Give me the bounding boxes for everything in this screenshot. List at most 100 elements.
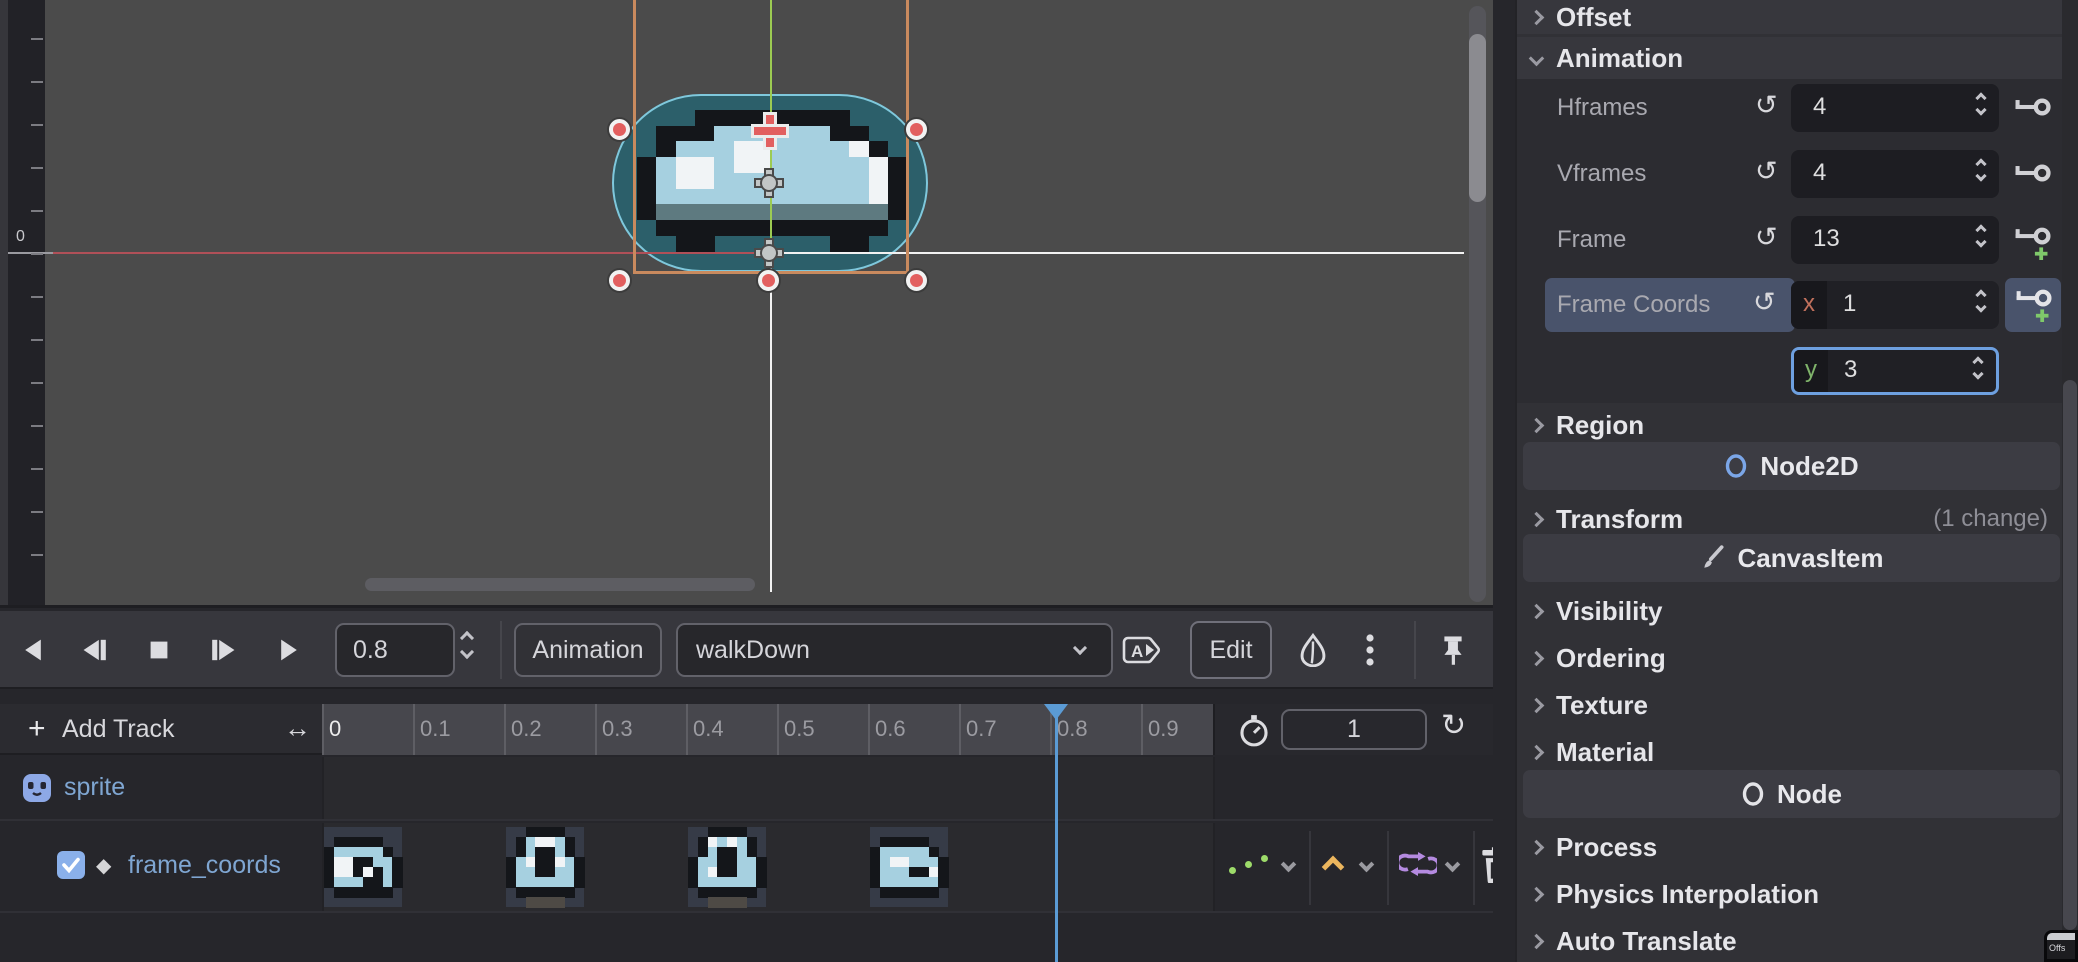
playhead-line[interactable] bbox=[1055, 704, 1058, 962]
ruler-tick-label: 0 bbox=[329, 716, 341, 742]
property-row-vframes: Vframes ↺ 4 bbox=[1517, 150, 2078, 198]
track-row-sprite[interactable]: sprite bbox=[0, 757, 1493, 821]
add-track-plus-icon: + bbox=[28, 712, 46, 746]
vframes-input[interactable]: 4 bbox=[1791, 150, 1999, 198]
ruler-tick-label: 0.2 bbox=[511, 716, 542, 742]
animation-length-input[interactable]: 1 bbox=[1281, 709, 1427, 750]
pan-timeline-icon[interactable]: ↔ bbox=[284, 713, 311, 744]
track-property-name[interactable]: frame_coords bbox=[128, 851, 281, 880]
frame-coords-y-input[interactable]: y 3 bbox=[1791, 347, 1999, 395]
key-icon[interactable] bbox=[2013, 94, 2053, 122]
revert-icon[interactable]: ↺ bbox=[1755, 90, 1778, 121]
sprite-track-lane[interactable] bbox=[322, 757, 1213, 819]
section-ordering[interactable]: Ordering bbox=[1517, 637, 2078, 679]
resize-handle-bottom[interactable] bbox=[758, 270, 779, 291]
section-material[interactable]: Material bbox=[1517, 731, 2078, 773]
section-offset[interactable]: Offset bbox=[1517, 0, 2078, 34]
class-header-node[interactable]: Node bbox=[1523, 770, 2060, 818]
autoplay-on-load-button[interactable]: A bbox=[1118, 625, 1166, 675]
class-header-node2d[interactable]: Node2D bbox=[1523, 442, 2060, 490]
dock-splitter[interactable] bbox=[1493, 0, 1517, 962]
resize-handle-bottom-left[interactable] bbox=[609, 270, 630, 291]
viewport-vscrollbar-thumb[interactable] bbox=[1469, 34, 1486, 202]
pivot-crosshair-icon[interactable] bbox=[754, 115, 786, 147]
section-process[interactable]: Process bbox=[1517, 826, 2078, 868]
revert-icon[interactable]: ↺ bbox=[1755, 156, 1778, 187]
playback-position-input[interactable]: 0.8 bbox=[335, 623, 455, 677]
keyframe-thumbnail[interactable] bbox=[870, 827, 948, 907]
frame-coords-x-input[interactable]: x 1 bbox=[1791, 281, 1999, 329]
godot-node-icon bbox=[22, 773, 52, 803]
keyframe-thumbnail[interactable] bbox=[324, 827, 402, 907]
loop-animation-icon[interactable]: ↻ bbox=[1441, 708, 1466, 743]
viewport-hscrollbar-thumb[interactable] bbox=[365, 578, 755, 591]
timeline-ruler[interactable]: 00.10.20.30.40.50.60.70.80.9 bbox=[322, 704, 1213, 755]
stop-button[interactable] bbox=[134, 625, 184, 675]
key-icon[interactable] bbox=[2013, 160, 2053, 188]
frame-input[interactable]: 13 bbox=[1791, 216, 1999, 264]
viewport-ruler-tick bbox=[31, 253, 43, 255]
resize-handle-left[interactable] bbox=[609, 119, 630, 140]
key-add-icon[interactable] bbox=[2005, 278, 2061, 332]
loop-wrap-dropdown-icon[interactable] bbox=[1445, 857, 1461, 873]
loop-wrap-mode-icon[interactable] bbox=[1399, 851, 1437, 877]
ruler-tick bbox=[595, 704, 597, 755]
key-add-icon[interactable] bbox=[2013, 226, 2053, 254]
property-label[interactable]: Vframes bbox=[1557, 160, 1646, 188]
section-texture[interactable]: Texture bbox=[1517, 684, 2078, 726]
class-header-canvasitem[interactable]: CanvasItem bbox=[1523, 534, 2060, 582]
pin-button[interactable] bbox=[1428, 625, 1478, 675]
property-label[interactable]: Frame Coords bbox=[1557, 291, 1710, 319]
interpolation-mode-icon[interactable] bbox=[1322, 856, 1345, 879]
section-physics-interpolation[interactable]: Physics Interpolation bbox=[1517, 873, 2078, 915]
inspector-scrollbar-thumb[interactable] bbox=[2063, 380, 2077, 930]
ruler-tick-label: 0.9 bbox=[1148, 716, 1179, 742]
hframes-input[interactable]: 4 bbox=[1791, 84, 1999, 132]
ruler-tick-label: 0.5 bbox=[784, 716, 815, 742]
viewport-ruler-tick bbox=[31, 339, 43, 341]
keyframe-thumbnail[interactable] bbox=[688, 827, 766, 907]
track-node-name[interactable]: sprite bbox=[64, 773, 125, 802]
section-label: Texture bbox=[1556, 690, 1648, 721]
viewport-ruler-tick bbox=[31, 296, 43, 298]
section-region[interactable]: Region bbox=[1517, 404, 2078, 446]
section-label: Animation bbox=[1556, 43, 1683, 74]
property-label[interactable]: Frame bbox=[1557, 226, 1626, 254]
resize-handle-bottom-right[interactable] bbox=[906, 270, 927, 291]
animation-select-dropdown[interactable]: walkDown bbox=[676, 623, 1113, 677]
sprite-center-marker[interactable] bbox=[756, 170, 782, 196]
resize-handle-right[interactable] bbox=[906, 119, 927, 140]
play-from-start-button[interactable] bbox=[198, 625, 248, 675]
update-mode-dropdown-icon[interactable] bbox=[1281, 857, 1297, 873]
viewport-ruler-tick bbox=[31, 167, 43, 169]
viewport-2d[interactable]: 0 bbox=[0, 0, 1493, 608]
section-animation[interactable]: Animation bbox=[1517, 37, 2078, 79]
track-enabled-checkbox[interactable] bbox=[57, 851, 85, 879]
track-row-frame-coords[interactable]: ◆ frame_coords bbox=[0, 823, 1493, 913]
inspector-panel: Offset Animation Hframes ↺ 4 Vframes ↺ 4 bbox=[1517, 0, 2078, 962]
revert-icon[interactable]: ↺ bbox=[1753, 287, 1776, 318]
edit-button[interactable]: Edit bbox=[1190, 621, 1272, 679]
keyframe-thumbnail[interactable] bbox=[506, 827, 584, 907]
section-label: Visibility bbox=[1556, 596, 1662, 627]
section-auto-translate[interactable]: Auto Translate bbox=[1517, 920, 2078, 962]
add-track-button[interactable]: Add Track bbox=[62, 715, 175, 744]
kebab-menu-button[interactable] bbox=[1352, 625, 1388, 675]
revert-icon[interactable]: ↺ bbox=[1755, 222, 1778, 253]
play-backwards-button[interactable] bbox=[8, 625, 58, 675]
position-stepper[interactable] bbox=[462, 633, 472, 657]
play-backwards-from-end-button[interactable] bbox=[70, 625, 120, 675]
section-visibility[interactable]: Visibility bbox=[1517, 590, 2078, 632]
canvasitem-brush-icon bbox=[1700, 545, 1726, 571]
interpolation-dropdown-icon[interactable] bbox=[1359, 857, 1375, 873]
node-origin-marker[interactable] bbox=[756, 240, 782, 266]
ruler-tick bbox=[686, 704, 688, 755]
property-label[interactable]: Hframes bbox=[1557, 94, 1648, 122]
playhead-grabber[interactable] bbox=[1044, 704, 1068, 720]
animation-menu-button[interactable]: Animation bbox=[514, 623, 662, 677]
keyframe-lane[interactable] bbox=[322, 823, 1213, 911]
vertical-ruler: 0 bbox=[0, 0, 45, 608]
onion-skinning-button[interactable] bbox=[1288, 625, 1338, 675]
class-name: Node bbox=[1777, 779, 1842, 810]
play-button[interactable] bbox=[264, 625, 314, 675]
